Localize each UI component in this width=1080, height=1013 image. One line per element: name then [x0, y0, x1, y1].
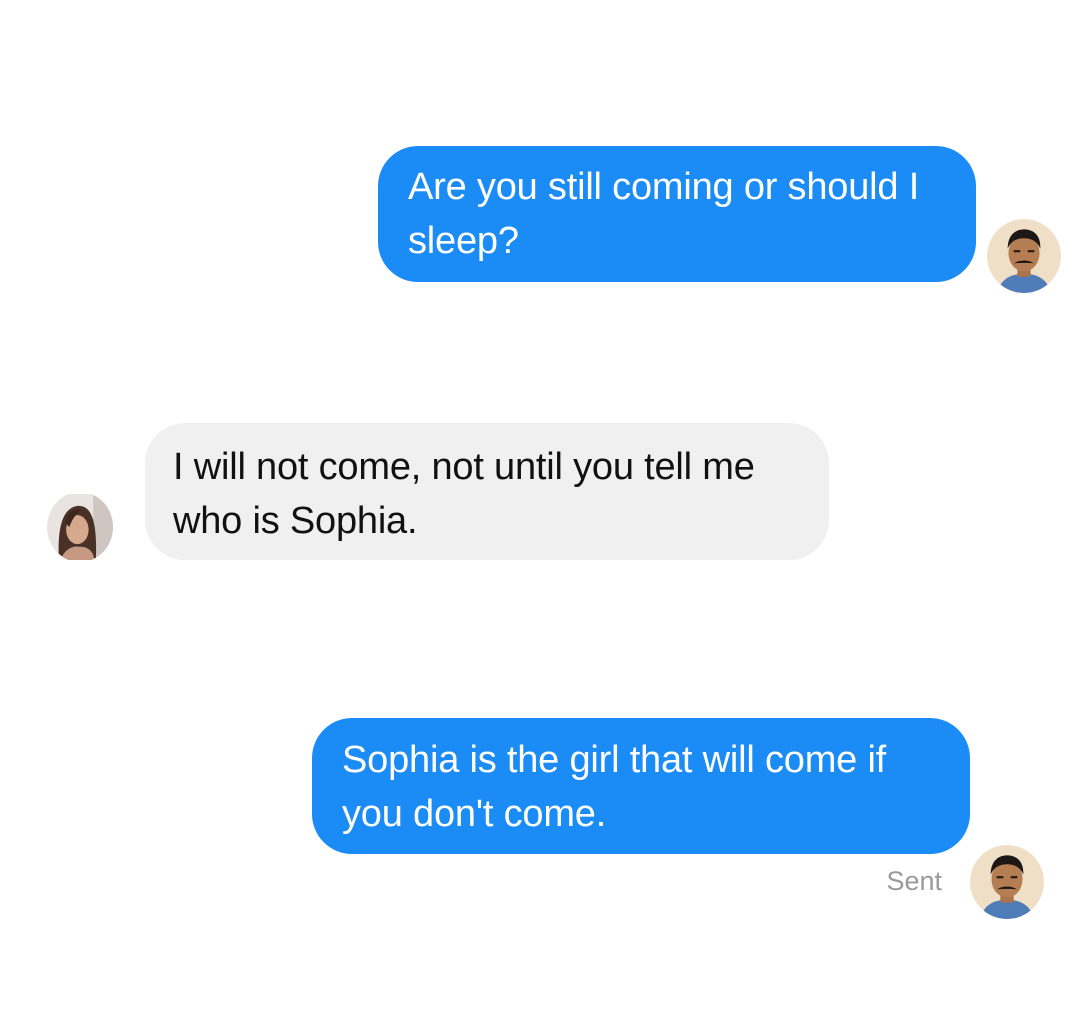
delivery-status: Sent [886, 866, 942, 896]
sender-avatar[interactable] [970, 845, 1044, 919]
sender-avatar[interactable] [987, 219, 1061, 293]
outgoing-message-bubble[interactable]: Are you still coming or should I sleep? [378, 146, 976, 282]
man-avatar-icon [970, 845, 1044, 919]
woman-avatar-icon [47, 494, 113, 560]
message-text: Sophia is the girl that will come if you… [342, 739, 887, 835]
recipient-avatar[interactable] [47, 492, 113, 562]
message-text: I will not come, not until you tell me w… [173, 446, 755, 542]
man-avatar-icon [987, 219, 1061, 293]
message-text: Are you still coming or should I sleep? [408, 166, 920, 262]
outgoing-message-bubble[interactable]: Sophia is the girl that will come if you… [312, 718, 970, 854]
incoming-message-bubble[interactable]: I will not come, not until you tell me w… [145, 423, 829, 560]
